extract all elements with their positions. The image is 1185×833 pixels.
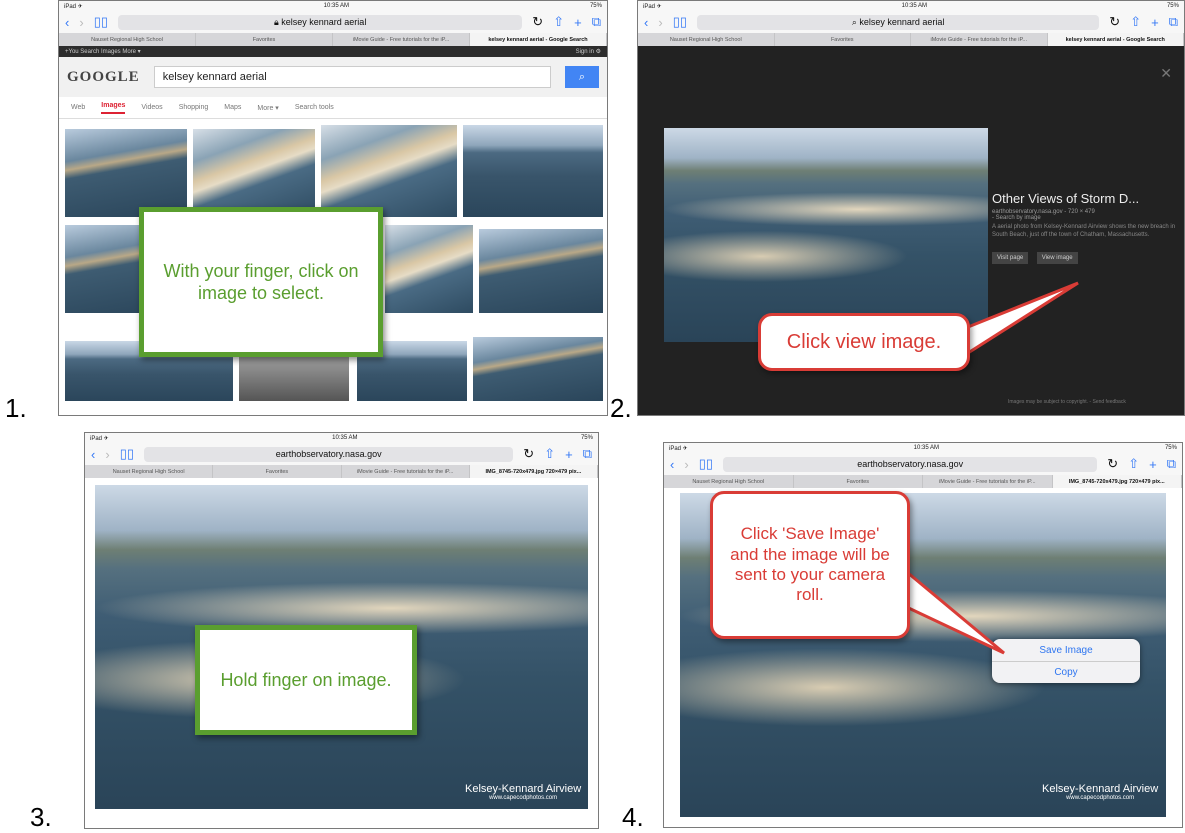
status-device: iPad ✈ — [64, 3, 83, 10]
reload-icon[interactable]: ↻ — [532, 14, 543, 30]
lock-icon: 🔒︎ — [273, 16, 282, 27]
step-number-1: 1. — [5, 393, 27, 423]
nav-web[interactable]: Web — [71, 104, 85, 111]
nav-images[interactable]: Images — [101, 102, 126, 114]
image-result[interactable] — [385, 225, 473, 313]
gear-icon[interactable]: ⚙ — [596, 49, 601, 55]
panel-4-save-image: iPad ✈ 10:35 AM 75% ‹ › ▯▯ earthobservat… — [663, 442, 1183, 828]
reload-icon[interactable]: ↻ — [523, 446, 534, 462]
address-bar: ‹ › ▯▯ earthobservatory.nasa.gov ↻ ⇧ + ⧉ — [85, 443, 598, 465]
status-device: iPad ✈ — [90, 435, 109, 442]
tab-nauset[interactable]: Nauset Regional High School — [59, 33, 196, 46]
image-result[interactable] — [193, 129, 315, 217]
tabs-icon[interactable]: ⧉ — [583, 446, 592, 462]
status-battery: 75% — [580, 435, 593, 441]
share-icon[interactable]: ⇧ — [544, 446, 555, 462]
tab-image[interactable]: IMG_8745-720x479.jpg 720×479 pix... — [469, 465, 598, 478]
photo-watermark: Kelsey-Kennard Airview www.capecodphotos… — [465, 783, 581, 802]
search-button[interactable]: ⌕ — [565, 66, 599, 88]
nav-maps[interactable]: Maps — [224, 104, 241, 111]
forward-icon[interactable]: › — [79, 15, 83, 30]
url-field[interactable]: 🔒︎ kelsey kennard aerial — [118, 14, 523, 30]
google-top-bar: +You Search Images More ▾ Sign in ⚙ — [59, 46, 607, 57]
plus-icon[interactable]: + — [565, 447, 573, 462]
google-top-links[interactable]: +You Search Images More ▾ — [65, 48, 141, 55]
forward-icon[interactable]: › — [105, 447, 109, 462]
tab-imovie[interactable]: iMovie Guide - Free tutorials for the iP… — [333, 33, 470, 46]
tab-favorites[interactable]: Favorites — [196, 33, 333, 46]
signin-label: Sign in — [575, 49, 594, 55]
nav-videos[interactable]: Videos — [141, 104, 162, 111]
panel-2-image-preview: iPad ✈ 10:35 AM 75% ‹ › ▯▯ ⌕ kelsey kenn… — [637, 0, 1185, 416]
nav-shopping[interactable]: Shopping — [179, 104, 209, 111]
callout-view-image: Click view image. — [758, 313, 970, 371]
nav-search-tools[interactable]: Search tools — [295, 104, 334, 111]
tab-nauset[interactable]: Nauset Regional High School — [85, 465, 214, 478]
google-logo[interactable]: GOOGLE — [67, 69, 140, 86]
step-number-3: 3. — [30, 802, 52, 832]
plus-icon[interactable]: + — [574, 15, 582, 30]
search-icon: ⌕ — [578, 70, 586, 83]
panel-1-google-images: iPad ✈ 10:35 AM 75% ‹ › ▯▯ 🔒︎ kelsey ken… — [58, 0, 608, 416]
step-number-4: 4. — [622, 802, 644, 832]
tab-bar: Nauset Regional High School Favorites iM… — [59, 33, 607, 46]
watermark-title: Kelsey-Kennard Airview — [465, 783, 582, 795]
status-bar: iPad ✈ 10:35 AM 75% — [85, 433, 598, 443]
image-result[interactable] — [463, 125, 603, 217]
status-battery: 75% — [589, 3, 602, 9]
image-result[interactable] — [473, 337, 603, 401]
search-input[interactable]: kelsey kennard aerial — [153, 66, 551, 88]
tab-imovie[interactable]: iMovie Guide - Free tutorials for the iP… — [342, 465, 470, 478]
bookmarks-icon[interactable]: ▯▯ — [94, 14, 108, 30]
status-time: 10:35 AM — [332, 435, 358, 441]
address-bar: ‹ › ▯▯ 🔒︎ kelsey kennard aerial ↻ ⇧ + ⧉ — [59, 11, 607, 33]
back-icon[interactable]: ‹ — [91, 447, 95, 462]
tab-bar: Nauset Regional High School Favorites iM… — [85, 465, 598, 478]
watermark-site: www.capecodphotos.com — [489, 795, 558, 802]
image-result[interactable] — [65, 129, 187, 217]
url-text: kelsey kennard aerial — [281, 17, 367, 27]
status-time: 10:35 AM — [323, 3, 350, 9]
status-bar: iPad ✈ 10:35 AM 75% — [59, 1, 607, 11]
callout-click-image: With your finger, click on image to sele… — [139, 207, 383, 357]
back-icon[interactable]: ‹ — [65, 15, 69, 30]
signin-link[interactable]: Sign in ⚙ — [576, 48, 601, 55]
image-result[interactable] — [321, 125, 457, 217]
image-result[interactable] — [479, 229, 603, 313]
share-icon[interactable]: ⇧ — [553, 14, 564, 30]
tabs-icon[interactable]: ⧉ — [592, 14, 601, 30]
google-nav: Web Images Videos Shopping Maps More ▾ S… — [59, 97, 607, 119]
callout-hold-finger: Hold finger on image. — [195, 625, 417, 735]
tutorial-page: 1. iPad ✈ 10:35 AM 75% ‹ › ▯▯ 🔒︎ kelsey … — [0, 0, 1185, 833]
step-number-2: 2. — [610, 393, 632, 423]
tab-favorites[interactable]: Favorites — [213, 465, 342, 478]
url-field[interactable]: earthobservatory.nasa.gov — [144, 446, 514, 462]
panel-3-full-image: iPad ✈ 10:35 AM 75% ‹ › ▯▯ earthobservat… — [84, 432, 599, 829]
nav-more[interactable]: More ▾ — [257, 104, 278, 112]
tab-google-search[interactable]: kelsey kennard aerial - Google Search — [470, 33, 607, 46]
bookmarks-icon[interactable]: ▯▯ — [120, 446, 134, 462]
google-search-area: GOOGLE kelsey kennard aerial ⌕ — [59, 57, 607, 97]
callout-save-image: Click 'Save Image' and the image will be… — [710, 491, 910, 639]
